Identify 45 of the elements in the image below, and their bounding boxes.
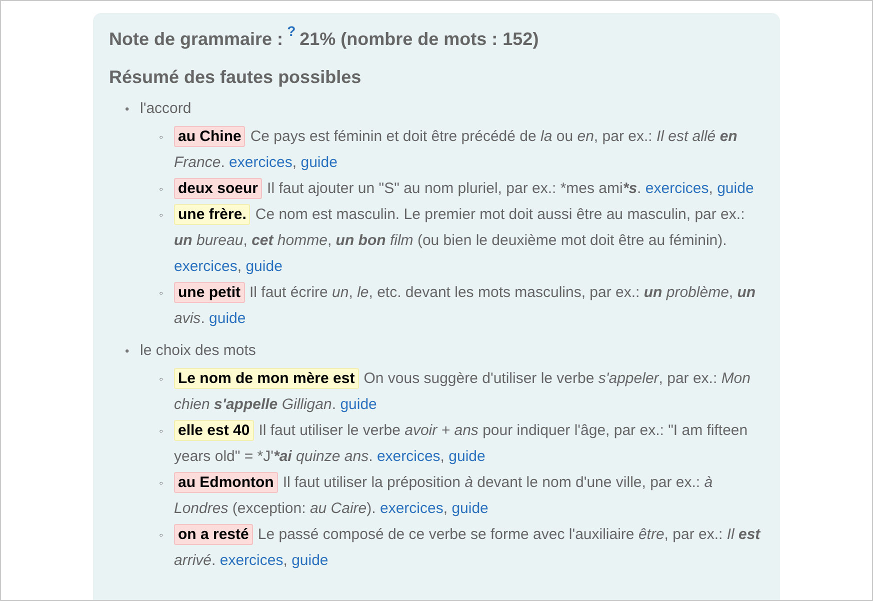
- bullet: ◦: [159, 181, 164, 198]
- help-link[interactable]: exercices: [220, 552, 284, 569]
- error-phrase: au Chine: [174, 126, 246, 147]
- error-phrase: une petit: [174, 282, 244, 303]
- bullet: •: [125, 101, 130, 118]
- category-label: le choix des mots: [140, 341, 256, 361]
- error-note: une frère. Ce nom est masculin. Le premier mot doit aussi être au masculin, par ex.: un bureau, cet homme, un bon film (ou bien le deuxième mot doit être au féminin). exercices, guide: [174, 203, 746, 277]
- section-heading: Résumé des fautes possibles: [109, 67, 362, 88]
- help-link[interactable]: guide: [209, 310, 246, 327]
- score-value: 21% (nombre de mots : 152): [300, 29, 539, 50]
- help-link[interactable]: guide: [300, 154, 338, 171]
- help-link[interactable]: guide: [246, 258, 282, 275]
- bullet: ◦: [159, 475, 164, 492]
- error-note: on a resté Le passé composé de ce verbe se forme avec l'auxiliaire être, par ex.: Il est arrivé. exercices, guide: [174, 523, 762, 571]
- bullet: ◦: [159, 207, 164, 224]
- error-phrase: une frère.: [174, 204, 250, 225]
- help-link[interactable]: exercices: [174, 258, 238, 275]
- help-link[interactable]: exercices: [380, 500, 444, 517]
- error-note: deux soeur Il faut ajouter un "S" au nom pluriel, par ex.: *mes ami*s. exercices, guide: [174, 176, 764, 202]
- help-link[interactable]: guide: [340, 396, 377, 413]
- error-phrase: elle est 40: [174, 420, 254, 441]
- help-link[interactable]: exercices: [376, 448, 440, 465]
- error-phrase: Le nom de mon mère est: [174, 368, 359, 389]
- bullet: ◦: [159, 285, 164, 302]
- help-link[interactable]: guide: [717, 180, 754, 197]
- category-label: l'accord: [140, 99, 192, 119]
- bullet: ◦: [159, 527, 164, 544]
- bullet: ◦: [159, 371, 164, 388]
- bullet: •: [125, 343, 130, 360]
- error-note: au Edmonton Il faut utiliser la préposition à devant le nom d'une ville, par ex.: à Londres (exception: au Caire). exercices, guide: [174, 471, 714, 519]
- error-phrase: au Edmonton: [174, 472, 278, 493]
- error-phrase: deux soeur: [174, 178, 262, 199]
- error-phrase: on a resté: [174, 524, 253, 545]
- score-label: Note de grammaire :: [109, 29, 284, 50]
- help-link[interactable]: guide: [448, 448, 486, 465]
- help-link[interactable]: guide: [452, 500, 488, 517]
- help-link[interactable]: exercices: [229, 154, 292, 171]
- help-link[interactable]: ?: [287, 23, 296, 39]
- error-note: Le nom de mon mère est On vous suggère d'utiliser le verbe s'appeler, par ex.: Mon chien s'appelle Gilligan. guide: [174, 367, 752, 415]
- bullet: ◦: [159, 423, 164, 440]
- error-note: elle est 40 Il faut utiliser le verbe avoir + ans pour indiquer l'âge, par ex.: "I am fifteen years old" = *J'*ai quinze ans. exercices, guide: [174, 419, 749, 467]
- help-link[interactable]: exercices: [645, 180, 709, 197]
- bullet: ◦: [159, 129, 164, 146]
- help-link[interactable]: guide: [292, 552, 328, 569]
- error-note: une petit Il faut écrire un, le, etc. devant les mots masculins, par ex.: un problème, un avis. guide: [174, 281, 757, 329]
